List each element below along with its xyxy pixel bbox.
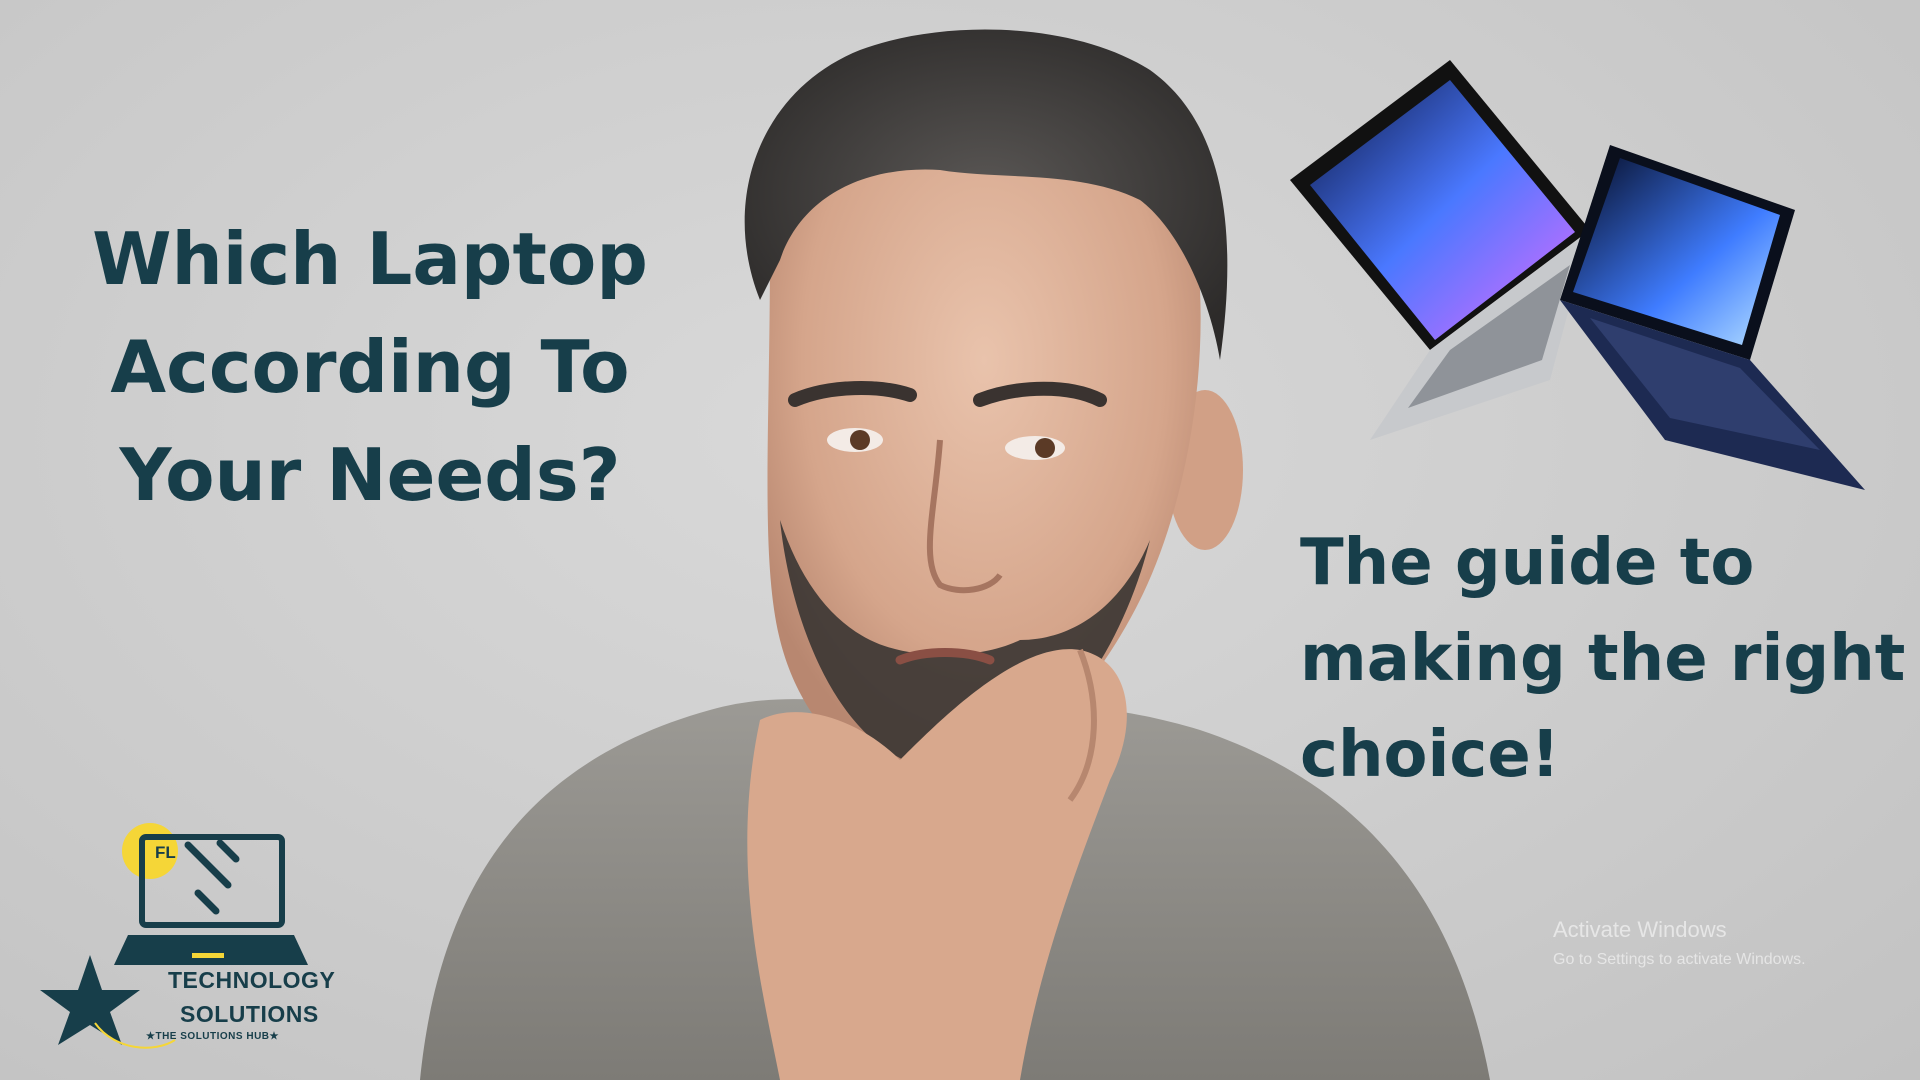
subheadline: The guide to making the right choice!	[1300, 515, 1906, 803]
laptop-navy-icon	[1560, 145, 1865, 490]
watermark-title: Activate Windows	[1553, 917, 1727, 942]
laptop-silver-icon	[1290, 60, 1590, 440]
logo-line-2: SOLUTIONS	[180, 1001, 319, 1027]
brand-logo: FL TECHNOLOGY SOLUTIONS ★THE SOLUTIONS H…	[40, 815, 360, 1055]
logo-line-1: TECHNOLOGY	[168, 967, 336, 993]
logo-badge-text: FL	[155, 843, 176, 862]
headline-line-1: Which Laptop	[92, 217, 648, 301]
laptops-product-image	[1290, 60, 1865, 490]
subheadline-line-1: The guide to	[1300, 526, 1755, 600]
headline-line-3: Your Needs?	[119, 433, 621, 517]
logo-tagline: ★THE SOLUTIONS HUB★	[146, 1031, 279, 1042]
subheadline-line-2: making the right	[1300, 622, 1906, 696]
windows-activation-watermark: Activate Windows Go to Settings to activ…	[1553, 917, 1806, 969]
watermark-subtitle: Go to Settings to activate Windows.	[1553, 951, 1806, 968]
main-headline: Which Laptop According To Your Needs?	[70, 205, 670, 529]
subheadline-line-3: choice!	[1300, 718, 1560, 792]
headline-line-2: According To	[110, 325, 630, 409]
